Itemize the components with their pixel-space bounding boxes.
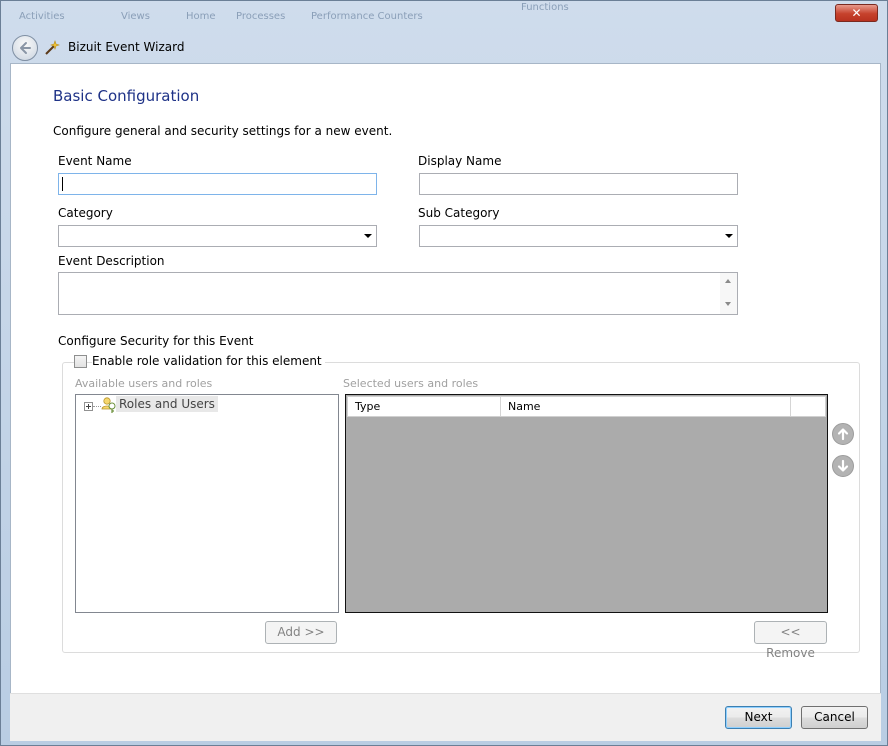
chevron-down-icon [725, 234, 733, 238]
arrow-up-icon [837, 428, 849, 441]
window-title: Bizuit Event Wizard [68, 40, 185, 54]
available-users-tree[interactable]: Roles and Users [75, 394, 339, 613]
close-icon: ✕ [851, 6, 862, 20]
tree-connector [93, 406, 101, 407]
tree-expand-icon[interactable] [84, 402, 93, 411]
selected-users-label: Selected users and roles [343, 377, 479, 390]
background-text: Home [186, 11, 216, 22]
category-dropdown[interactable] [58, 225, 377, 247]
tree-node-roles-and-users[interactable]: Roles and Users [116, 396, 218, 412]
wizard-window: Activities Views Home Processes Performa… [0, 0, 888, 746]
display-name-field[interactable] [419, 173, 738, 195]
close-button[interactable]: ✕ [835, 4, 878, 22]
back-button[interactable] [12, 35, 38, 61]
next-button[interactable]: Next [725, 706, 792, 729]
remove-button[interactable]: << Remove [754, 621, 827, 660]
move-up-button[interactable] [832, 423, 854, 445]
role-validation-label: Enable role validation for this element [92, 354, 325, 368]
background-text: Performance Counters [311, 11, 423, 22]
event-name-field[interactable] [58, 173, 377, 195]
add-button[interactable]: Add >> [265, 621, 337, 644]
move-down-button[interactable] [832, 455, 854, 477]
cancel-button[interactable]: Cancel [801, 706, 868, 729]
background-text: Processes [236, 11, 286, 22]
wizard-content: Basic Configuration Configure general an… [10, 63, 881, 694]
grid-column-name[interactable]: Name [501, 397, 791, 416]
sub-category-dropdown[interactable] [419, 225, 738, 247]
category-label: Category [58, 206, 113, 220]
back-arrow-icon [20, 42, 31, 54]
page-title: Basic Configuration [53, 87, 200, 105]
arrow-down-icon [837, 459, 849, 472]
role-validation-checkbox[interactable] [74, 355, 87, 368]
security-section-label: Configure Security for this Event [58, 334, 254, 348]
sub-category-label: Sub Category [418, 206, 500, 220]
background-text: Functions [521, 2, 569, 13]
grid-header: Type Name [347, 396, 826, 417]
scroll-up-icon[interactable] [725, 279, 731, 283]
event-description-textarea[interactable] [58, 272, 738, 315]
roles-users-icon [101, 397, 116, 413]
grid-column-type[interactable]: Type [348, 397, 501, 416]
event-name-label: Event Name [58, 154, 132, 168]
description-scrollbar[interactable] [720, 273, 737, 314]
background-text: Activities [19, 11, 65, 22]
event-description-label: Event Description [58, 254, 165, 268]
scroll-down-icon[interactable] [725, 302, 731, 306]
wizard-wand-icon [45, 40, 60, 55]
available-users-label: Available users and roles [75, 377, 213, 390]
selected-users-grid[interactable]: Type Name [345, 394, 828, 613]
display-name-label: Display Name [418, 154, 502, 168]
text-caret [62, 177, 63, 191]
wizard-footer: Next Cancel [10, 693, 881, 741]
page-description: Configure general and security settings … [53, 124, 393, 138]
chevron-down-icon [364, 234, 372, 238]
background-text: Views [121, 11, 150, 22]
